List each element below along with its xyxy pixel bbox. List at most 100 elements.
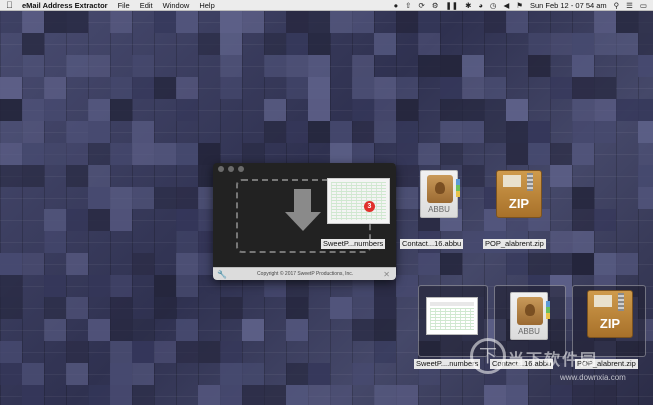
wallpaper-tile [286, 33, 308, 55]
abbu-file-icon[interactable]: ABBU [420, 170, 460, 218]
upload-icon[interactable]: ⇧ [405, 1, 411, 10]
wallpaper-tile [176, 99, 198, 121]
wallpaper-tile [88, 99, 110, 121]
wallpaper-tile [132, 363, 154, 385]
search-icon[interactable]: ⚲ [614, 1, 620, 10]
zoom-window-button[interactable] [238, 166, 244, 172]
tab-markers [456, 179, 460, 197]
volume-icon[interactable]: ◀ [503, 1, 509, 10]
wallpaper-tile [132, 121, 154, 143]
wallpaper-tile [374, 385, 396, 405]
wallpaper-tile [66, 297, 88, 319]
file-label-contact[interactable]: Contact...16.abbu [400, 239, 464, 249]
wallpaper-tile [66, 253, 88, 275]
wallpaper-tile [308, 55, 330, 77]
wallpaper-tile [0, 143, 22, 165]
wallpaper-tile [44, 143, 66, 165]
wallpaper-tile [418, 143, 440, 165]
wallpaper-tile [484, 385, 506, 405]
app-window[interactable]: 3 🔧 Copyright © 2017 SweetP Productions,… [213, 163, 396, 280]
pause-icon[interactable]: ❚❚ [445, 1, 458, 10]
wallpaper-tile [308, 385, 330, 405]
wallpaper-tile [418, 253, 440, 275]
menu-window[interactable]: Window [163, 1, 190, 10]
wallpaper-tile [572, 121, 594, 143]
zip-paper [503, 175, 521, 187]
user-icon[interactable]: ● [394, 1, 399, 10]
menu-help[interactable]: Help [199, 1, 214, 10]
wallpaper-tile [66, 209, 88, 231]
title-bar[interactable] [213, 163, 396, 175]
close-icon[interactable]: ✕ [383, 270, 390, 279]
wrench-icon[interactable]: 🔧 [217, 270, 227, 279]
numbers-file-icon[interactable] [426, 297, 478, 335]
wallpaper-tile [440, 99, 462, 121]
zip-file-icon[interactable]: ZIP [496, 170, 542, 218]
wallpaper-tile [220, 297, 242, 319]
gear-icon[interactable]: ⚙ [432, 1, 439, 10]
menu-file[interactable]: File [118, 1, 130, 10]
wallpaper-tile [132, 143, 154, 165]
wallpaper-tile [220, 341, 242, 363]
spreadsheet-preview [331, 182, 386, 220]
wallpaper-tile [550, 143, 572, 165]
zip-file-icon[interactable]: ZIP [587, 290, 633, 338]
wallpaper-tile [616, 33, 638, 55]
wallpaper-tile [594, 385, 616, 405]
wallpaper-tile [572, 385, 594, 405]
wallpaper-tile [132, 253, 154, 275]
wallpaper-tile [638, 55, 653, 77]
wallpaper-tile [132, 55, 154, 77]
wallpaper-tile [440, 121, 462, 143]
minimize-window-button[interactable] [228, 166, 234, 172]
drop-arrow-head [285, 212, 321, 231]
menu-app-name[interactable]: eMail Address Extractor [22, 1, 108, 10]
bluetooth-icon[interactable]: ✱ [465, 1, 471, 10]
wallpaper-tile [572, 143, 594, 165]
flag-icon[interactable]: ⚑ [516, 1, 523, 10]
wallpaper-tile [330, 143, 352, 165]
wallpaper-tile [528, 253, 550, 275]
wallpaper-tile [66, 341, 88, 363]
wallpaper-tile [0, 121, 22, 143]
wallpaper-tile [572, 231, 594, 253]
apple-icon[interactable]:  [6, 0, 14, 10]
wallpaper-tile [286, 55, 308, 77]
wallpaper-tile [374, 77, 396, 99]
wallpaper-tile [154, 297, 176, 319]
wallpaper-tile [594, 99, 616, 121]
wallpaper-tile [154, 77, 176, 99]
wallpaper-tile [396, 385, 418, 405]
display-icon[interactable]: ▭ [640, 1, 647, 10]
wallpaper-tile [572, 77, 594, 99]
file-label-zip[interactable]: POP_alabrent.zip [483, 239, 546, 249]
wallpaper-tile [308, 33, 330, 55]
menu-edit[interactable]: Edit [140, 1, 153, 10]
wallpaper-tile [308, 11, 330, 33]
wallpaper-tile [484, 121, 506, 143]
abbu-file-icon[interactable]: ABBU [510, 292, 550, 340]
wallpaper-tile [176, 187, 198, 209]
wallpaper-tile [352, 77, 374, 99]
wallpaper-tile [594, 77, 616, 99]
wallpaper-tile [22, 165, 44, 187]
wallpaper-tile [638, 165, 653, 187]
menu-clock[interactable]: Sun Feb 12 - 07 54 am [530, 1, 607, 10]
wifi-icon[interactable]: ◕ [478, 1, 483, 10]
time-machine-icon[interactable]: ◷ [490, 1, 497, 10]
wallpaper-tile [418, 11, 440, 33]
close-window-button[interactable] [218, 166, 224, 172]
wallpaper-tile [176, 319, 198, 341]
wallpaper-tile [154, 11, 176, 33]
wallpaper-tile [440, 55, 462, 77]
wallpaper-tile [66, 11, 88, 33]
list-icon[interactable]: ☰ [626, 1, 633, 10]
wallpaper-tile [264, 55, 286, 77]
wallpaper-tile [462, 231, 484, 253]
wallpaper-tile [352, 297, 374, 319]
wallpaper-tile [594, 209, 616, 231]
wallpaper-tile [154, 187, 176, 209]
wallpaper-tile [286, 385, 308, 405]
sync-icon[interactable]: ⟳ [418, 1, 424, 10]
watermark-text: 当下软件园 [508, 352, 599, 369]
